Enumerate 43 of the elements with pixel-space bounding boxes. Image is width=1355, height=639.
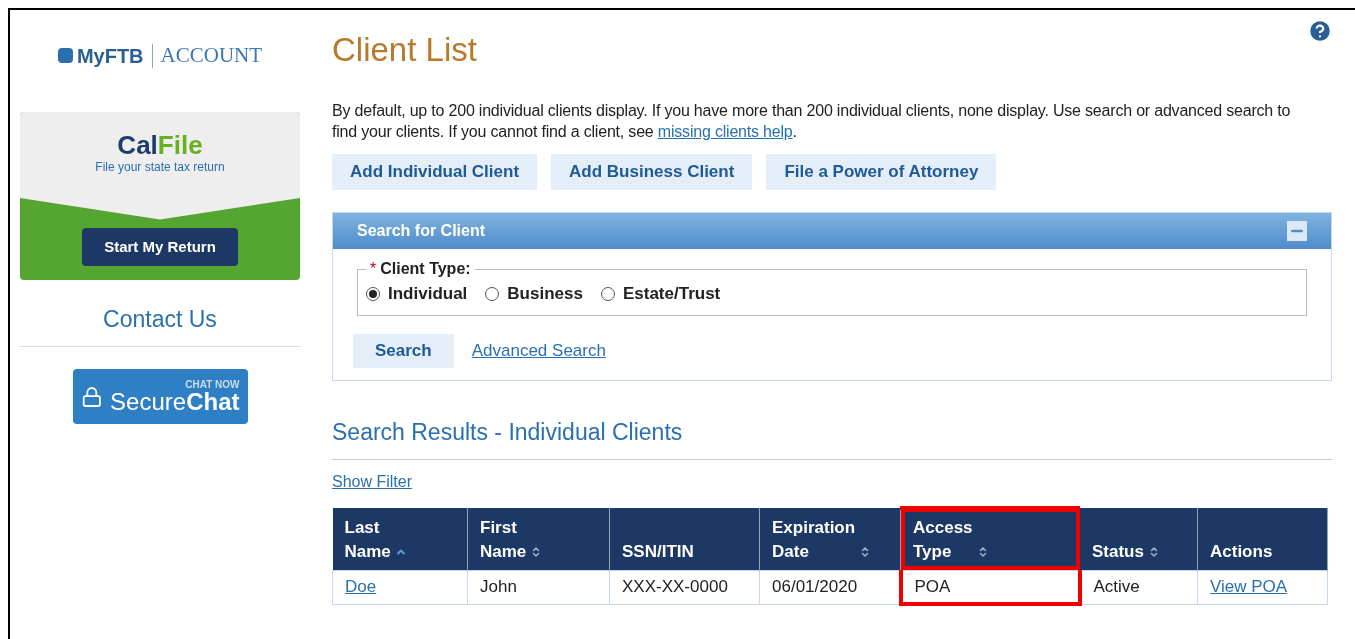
page-title: Client List bbox=[332, 30, 477, 70]
client-type-radio[interactable]: Business bbox=[485, 281, 583, 307]
action-button[interactable]: Add Individual Client bbox=[332, 154, 538, 190]
column-header[interactable]: Last Name bbox=[332, 508, 468, 570]
action-button[interactable]: Add Business Client bbox=[551, 154, 753, 190]
column-header: SSN/ITIN bbox=[609, 508, 760, 570]
table-cell: John bbox=[467, 570, 610, 604]
secure-chat-button[interactable]: CHAT NOW SecureChat bbox=[72, 369, 248, 424]
calfile-logo-cal: Cal bbox=[117, 131, 158, 158]
table-cell: POA bbox=[900, 570, 1080, 604]
table-cell: XXX-XX-0000 bbox=[609, 570, 760, 604]
contact-us-link[interactable]: Contact Us bbox=[103, 301, 217, 336]
advanced-search-link[interactable]: Advanced Search bbox=[471, 337, 606, 364]
calfile-logo-file: File bbox=[157, 131, 203, 158]
table-cell: 06/01/2020 bbox=[759, 570, 901, 604]
column-header[interactable]: Status bbox=[1079, 508, 1198, 570]
show-filter-link[interactable]: Show Filter bbox=[332, 470, 1335, 494]
logo-icon bbox=[57, 48, 73, 64]
missing-clients-link[interactable]: missing clients help bbox=[657, 123, 793, 140]
column-header: Actions bbox=[1197, 508, 1328, 570]
chat-word-secure: Secure bbox=[110, 389, 187, 414]
help-icon[interactable] bbox=[1307, 18, 1333, 44]
panel-title: Search for Client bbox=[357, 221, 486, 241]
cell-link[interactable]: View POA bbox=[1197, 570, 1328, 604]
column-header[interactable]: First Name bbox=[467, 508, 610, 570]
column-header[interactable]: Access Type bbox=[900, 508, 1080, 570]
logo-brand: MyFTB bbox=[76, 43, 144, 69]
cell-link[interactable]: Doe bbox=[332, 570, 468, 604]
client-type-radio[interactable]: Estate/Trust bbox=[600, 281, 721, 307]
chat-now-label: CHAT NOW bbox=[185, 379, 240, 390]
results-heading: Search Results - Individual Clients bbox=[332, 417, 684, 447]
chat-word-chat: Chat bbox=[186, 389, 240, 414]
table-cell: Active bbox=[1079, 570, 1198, 604]
calfile-tagline: File your state tax return bbox=[95, 158, 225, 176]
start-return-button[interactable]: Start My Return bbox=[82, 227, 238, 266]
logo-section: ACCOUNT bbox=[160, 40, 263, 72]
required-mark: * bbox=[370, 260, 377, 277]
search-button[interactable]: Search bbox=[353, 333, 454, 368]
action-button[interactable]: File a Power of Attorney bbox=[766, 154, 997, 190]
client-type-label: Client Type: bbox=[380, 260, 471, 277]
column-header[interactable]: Expiration Date bbox=[759, 508, 901, 570]
client-type-radio[interactable]: Individual bbox=[366, 281, 468, 307]
intro-paragraph: By default, up to 200 individual clients display. If you have more than 200 individual clients, none display. Use search or advanced search to find your clients. If you cannot find a client, see missing clients help. bbox=[332, 101, 1292, 142]
